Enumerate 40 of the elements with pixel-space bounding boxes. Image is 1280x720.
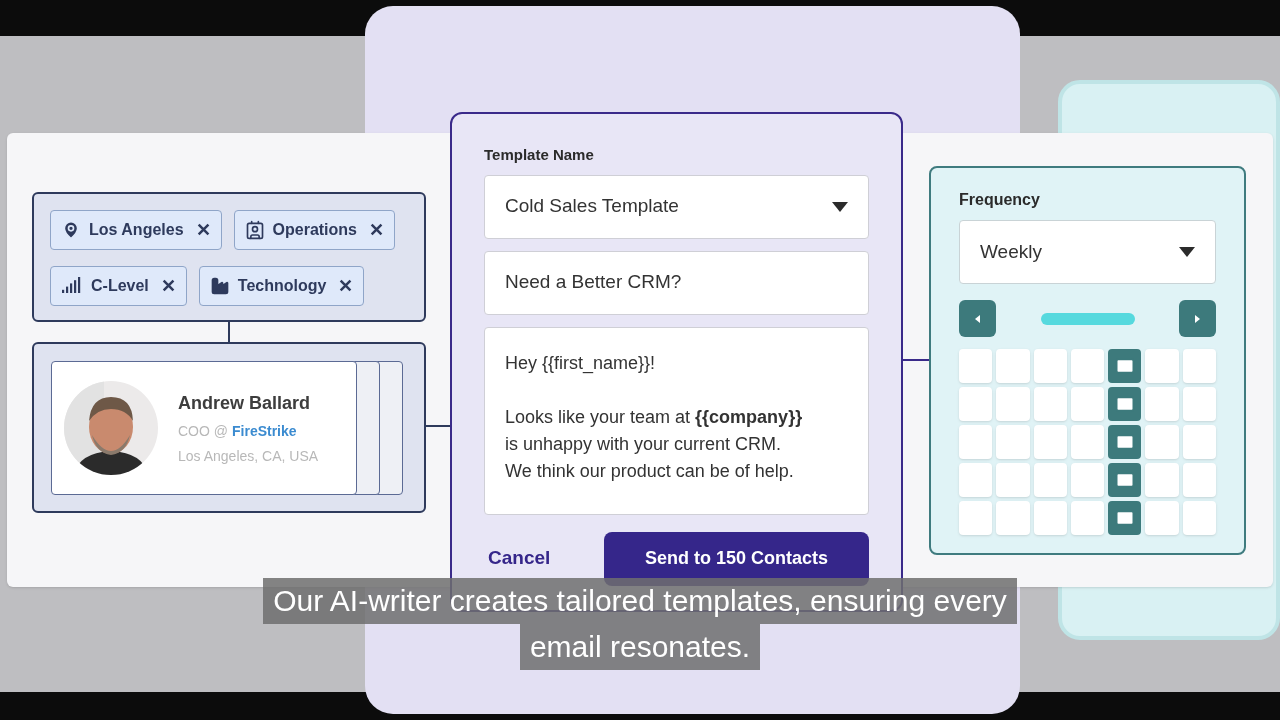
filter-tag[interactable]: C-Level ✕ bbox=[50, 266, 187, 306]
tag-label: Technology bbox=[237, 276, 327, 296]
template-select[interactable]: Cold Sales Template bbox=[484, 174, 869, 239]
signal-bars-icon bbox=[61, 277, 83, 295]
subject-field[interactable]: Need a Better CRM? bbox=[484, 250, 869, 315]
calendar-day[interactable] bbox=[1108, 501, 1142, 535]
factory-icon bbox=[209, 276, 230, 296]
calendar-day[interactable] bbox=[1108, 349, 1142, 383]
contact-card[interactable]: Andrew Ballard COO @ FireStrike Los Angeles, CA, USA bbox=[51, 361, 357, 495]
message-paragraph: Looks like your team at {{company}} is unhappy with your current CRM. We think our product can be of help. bbox=[505, 405, 804, 483]
filter-tag[interactable]: Operations ✕ bbox=[233, 210, 395, 250]
id-badge-icon bbox=[244, 220, 265, 240]
frequency-select[interactable]: Weekly bbox=[959, 220, 1216, 284]
contact-name: Andrew Ballard bbox=[178, 391, 312, 415]
field-label: Frequency bbox=[959, 191, 1040, 208]
cancel-button[interactable]: Cancel bbox=[484, 544, 551, 573]
message-body-field[interactable]: Hey {{first_name}}! Looks like your team at {{company}} is unhappy with your current CRM. We think our product can be of help. bbox=[484, 326, 869, 515]
dropdown-caret-icon bbox=[832, 201, 848, 212]
message-greeting: Hey {{first_name}}! bbox=[505, 351, 657, 376]
remove-tag-button[interactable]: ✕ bbox=[369, 221, 384, 239]
company-link[interactable]: FireStrike bbox=[232, 420, 297, 442]
remove-tag-button[interactable]: ✕ bbox=[195, 221, 211, 239]
field-label: Template Name bbox=[484, 145, 595, 165]
calendar-day[interactable] bbox=[1108, 387, 1142, 421]
calendar-day[interactable] bbox=[1108, 425, 1142, 459]
tag-label: Los Angeles bbox=[89, 220, 184, 240]
tag-label: C-Level bbox=[91, 276, 149, 296]
contact-role: COO @ bbox=[178, 421, 228, 441]
next-button[interactable] bbox=[1179, 300, 1216, 337]
tag-label: Operations bbox=[272, 220, 357, 240]
remove-tag-button[interactable]: ✕ bbox=[160, 277, 176, 295]
dropdown-caret-icon bbox=[1179, 247, 1195, 257]
previous-button[interactable] bbox=[959, 300, 996, 337]
filter-tag[interactable]: Technology ✕ bbox=[198, 266, 365, 306]
left-arrow-icon bbox=[975, 314, 980, 323]
filter-tag[interactable]: Los Angeles ✕ bbox=[50, 210, 222, 250]
contact-location: Los Angeles, CA, USA bbox=[178, 446, 319, 466]
remove-tag-button[interactable]: ✕ bbox=[338, 277, 354, 295]
calendar-day[interactable] bbox=[1108, 463, 1142, 497]
right-arrow-icon bbox=[1195, 314, 1200, 323]
